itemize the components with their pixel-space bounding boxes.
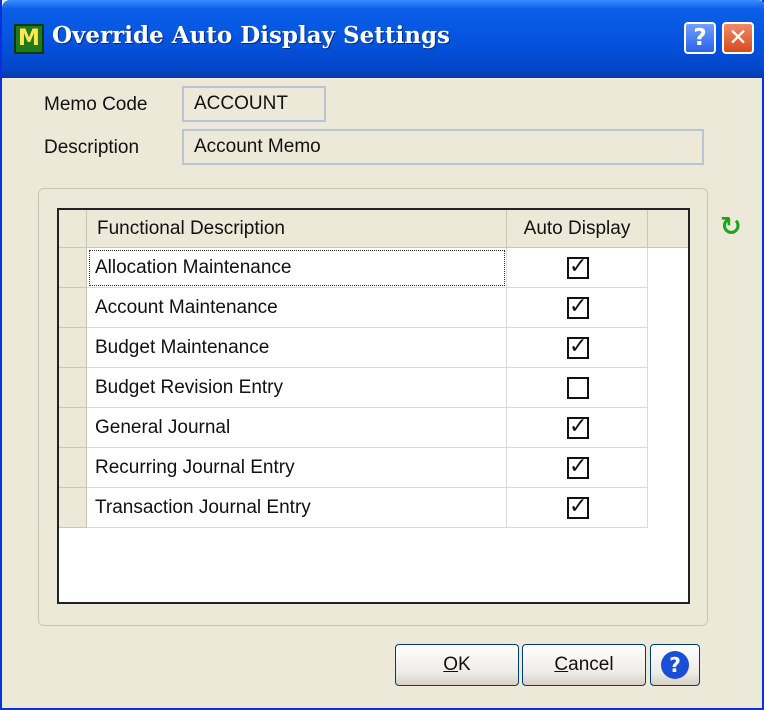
- dialog-window: M Override Auto Display Settings ? ✕ Mem…: [0, 0, 764, 710]
- cancel-mnemonic: C: [554, 654, 569, 675]
- table-row[interactable]: Allocation Maintenance ✓: [59, 248, 648, 288]
- auto-display-grid[interactable]: Functional Description Auto Display Allo…: [57, 208, 690, 604]
- row-selector[interactable]: [59, 248, 87, 288]
- title-help-button[interactable]: ?: [684, 22, 716, 54]
- table-row[interactable]: Recurring Journal Entry ✓: [59, 448, 648, 488]
- auto-display-checkbox[interactable]: ✓: [567, 296, 589, 319]
- row-selector[interactable]: [59, 448, 87, 488]
- memo-code-field[interactable]: ACCOUNT: [182, 86, 326, 122]
- table-row[interactable]: General Journal ✓: [59, 408, 648, 448]
- refresh-icon[interactable]: ↻: [720, 214, 746, 240]
- memo-code-label: Memo Code: [44, 94, 148, 115]
- auto-display-checkbox[interactable]: ✓: [567, 456, 589, 479]
- close-button[interactable]: ✕: [722, 22, 754, 54]
- cancel-label-rest: ancel: [568, 654, 614, 675]
- functional-description-cell[interactable]: General Journal: [87, 408, 507, 448]
- column-header-functional-description[interactable]: Functional Description: [87, 210, 507, 248]
- row-selector[interactable]: [59, 328, 87, 368]
- table-row[interactable]: Budget Revision Entry: [59, 368, 648, 408]
- description-field[interactable]: Account Memo: [182, 129, 704, 165]
- ok-label-rest: K: [458, 654, 471, 675]
- functional-description-cell[interactable]: Budget Maintenance: [87, 328, 507, 368]
- functional-description-cell[interactable]: Account Maintenance: [87, 288, 507, 328]
- row-selector[interactable]: [59, 288, 87, 328]
- ok-mnemonic: O: [443, 654, 459, 675]
- column-header-auto-display[interactable]: Auto Display: [507, 210, 648, 248]
- help-icon: ?: [661, 650, 689, 679]
- ok-button[interactable]: OK: [395, 644, 519, 686]
- window-title: Override Auto Display Settings: [52, 22, 450, 49]
- auto-display-checkbox[interactable]: [567, 377, 589, 399]
- auto-display-checkbox[interactable]: ✓: [567, 336, 589, 359]
- title-bar[interactable]: M Override Auto Display Settings ? ✕: [2, 0, 764, 78]
- header-filler: [648, 210, 688, 248]
- row-selector[interactable]: [59, 368, 87, 408]
- app-logo-icon: M: [14, 24, 44, 54]
- cancel-button[interactable]: Cancel: [522, 644, 646, 686]
- row-selector[interactable]: [59, 408, 87, 448]
- table-row[interactable]: Account Maintenance ✓: [59, 288, 648, 328]
- functional-description-cell[interactable]: Transaction Journal Entry: [87, 488, 507, 528]
- description-label: Description: [44, 137, 140, 158]
- functional-description-cell[interactable]: Budget Revision Entry: [87, 368, 507, 408]
- help-button[interactable]: ?: [650, 644, 700, 686]
- auto-display-checkbox[interactable]: ✓: [567, 496, 589, 519]
- auto-display-checkbox[interactable]: ✓: [567, 256, 589, 279]
- row-selector-header: [59, 210, 87, 248]
- row-selector[interactable]: [59, 488, 87, 528]
- auto-display-checkbox[interactable]: ✓: [567, 416, 589, 439]
- table-row[interactable]: Budget Maintenance ✓: [59, 328, 648, 368]
- functional-description-cell[interactable]: Allocation Maintenance: [87, 248, 507, 288]
- functional-description-cell[interactable]: Recurring Journal Entry: [87, 448, 507, 488]
- table-row[interactable]: Transaction Journal Entry ✓: [59, 488, 648, 528]
